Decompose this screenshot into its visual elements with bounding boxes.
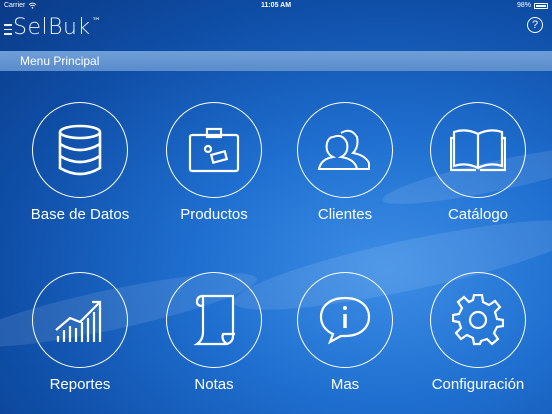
battery-percent: 98% [516,2,531,9]
tile-label: Productos [180,206,248,223]
tile-productos[interactable]: Productos [149,102,279,223]
catalog-book-icon [450,129,506,172]
app-logo[interactable]: SelBuk ™ [4,15,101,40]
tile-circle [297,272,393,368]
status-time: 11:05 AM [260,2,292,9]
logo-trademark: ™ [91,17,101,27]
gear-icon [452,294,504,346]
tile-label: Mas [330,376,360,393]
database-icon [58,124,102,176]
tile-label: Base de Datos [30,206,130,223]
product-box-icon [188,127,240,173]
tile-reportes[interactable]: Reportes [15,272,145,393]
hamburger-menu-icon [4,24,12,35]
battery-icon [534,2,548,9]
tile-label: Clientes [317,206,373,223]
tile-base-de-datos[interactable]: Base de Datos [15,102,145,223]
tile-circle [32,272,128,368]
tile-mas[interactable]: Mas [280,272,410,393]
tile-circle [297,102,393,198]
tile-circle [430,272,526,368]
tile-label: Reportes [49,376,111,393]
tile-label: Catálogo [447,206,509,223]
app-header: SelBuk ™ ? [0,11,552,51]
tile-configuracion[interactable]: Configuración [413,272,543,393]
menu-bar-title: Menu Principal [20,54,100,68]
notes-scroll-icon [193,294,235,346]
info-bubble-icon [319,296,371,345]
tile-circle [32,102,128,198]
help-button[interactable]: ? [527,17,543,33]
carrier-label: Carrier [4,2,26,9]
reports-chart-icon [55,300,102,342]
tile-notas[interactable]: Notas [149,272,279,393]
tile-circle [166,272,262,368]
help-icon: ? [531,19,539,31]
status-bar: Carrier 11:05 AM 98% [0,0,552,11]
menu-bar: Menu Principal [0,51,552,71]
wifi-icon [29,2,37,9]
tile-clientes[interactable]: Clientes [280,102,410,223]
clients-icon [317,129,370,170]
tile-circle [166,102,262,198]
tile-label: Notas [194,376,234,393]
tile-catalogo[interactable]: Catálogo [413,102,543,223]
tile-circle [430,102,526,198]
logo-text: SelBuk [13,15,91,40]
tile-label: Configuración [431,376,525,393]
